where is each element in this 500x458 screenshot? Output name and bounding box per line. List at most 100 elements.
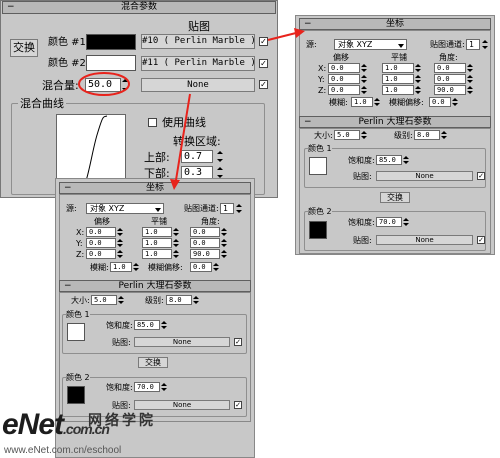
angle-x-spinner[interactable] <box>221 227 227 237</box>
blur-input[interactable]: 1.0 <box>110 262 132 272</box>
collapse-icon[interactable]: − <box>304 117 312 127</box>
color1-map-button[interactable]: #10 ( Perlin Marble ) <box>141 34 255 49</box>
blur-input[interactable]: 1.0 <box>351 97 373 107</box>
collapse-icon[interactable]: − <box>64 183 72 193</box>
mix-amount-input[interactable]: 50.0 <box>85 78 121 92</box>
saturation1-spinner[interactable] <box>161 320 167 330</box>
offset-x-input[interactable]: 0.0 <box>328 63 360 73</box>
perlin-rollout-header-right[interactable]: − Perlin 大理石参数 <box>299 116 491 128</box>
tiling-x-spinner[interactable] <box>415 63 421 73</box>
perlin-swap-button[interactable]: 交换 <box>138 357 168 368</box>
tiling-y-input[interactable]: 1.0 <box>142 238 172 248</box>
use-curve-checkbox[interactable] <box>148 118 157 127</box>
offset-x-spinner[interactable] <box>361 63 367 73</box>
tiling-y-spinner[interactable] <box>173 238 179 248</box>
source-dropdown[interactable]: 对象 XYZ <box>334 39 407 50</box>
size-input[interactable]: 5.0 <box>91 295 117 305</box>
swap-colors-button[interactable]: 交换 <box>10 39 38 57</box>
tiling-x-input[interactable]: 1.0 <box>382 63 414 73</box>
color1-map-checkbox[interactable]: ✓ <box>477 172 485 180</box>
size-input[interactable]: 5.0 <box>334 130 360 140</box>
source-dropdown[interactable]: 对象 XYZ <box>86 203 164 214</box>
color2-swatch[interactable] <box>86 55 136 71</box>
rollout-header-blend[interactable]: − 混合参数 <box>2 1 276 14</box>
collapse-icon[interactable]: − <box>304 19 312 29</box>
saturation2-input[interactable]: 70.0 <box>134 382 160 392</box>
color2-map-none-button[interactable]: None <box>134 400 230 410</box>
perlin-color1-swatch[interactable] <box>67 323 85 341</box>
angle-y-spinner[interactable] <box>467 74 473 84</box>
size-spinner[interactable] <box>361 130 367 140</box>
map-channel-spinner[interactable] <box>236 203 242 214</box>
color2-map-checkbox[interactable]: ✓ <box>234 401 242 409</box>
levels-input[interactable]: 8.0 <box>414 130 440 140</box>
collapse-icon[interactable]: − <box>7 2 15 12</box>
perlin-color2-swatch[interactable] <box>309 221 327 239</box>
angle-z-spinner[interactable] <box>467 85 473 95</box>
saturation2-spinner[interactable] <box>161 382 167 392</box>
blur-offset-spinner[interactable] <box>452 97 458 107</box>
angle-y-spinner[interactable] <box>221 238 227 248</box>
offset-z-input[interactable]: 0.0 <box>328 85 360 95</box>
color2-map-checkbox[interactable]: ✓ <box>477 236 485 244</box>
angle-y-input[interactable]: 0.0 <box>434 74 466 84</box>
offset-y-spinner[interactable] <box>117 238 123 248</box>
color2-map-toggle[interactable]: ✓ <box>259 59 268 68</box>
angle-y-input[interactable]: 0.0 <box>190 238 220 248</box>
offset-z-spinner[interactable] <box>117 249 123 259</box>
perlin-color2-swatch[interactable] <box>67 386 85 404</box>
mix-amount-map-button[interactable]: None <box>141 78 255 92</box>
blur-spinner[interactable] <box>374 97 380 107</box>
saturation2-spinner[interactable] <box>403 217 409 227</box>
tiling-z-spinner[interactable] <box>415 85 421 95</box>
angle-z-input[interactable]: 90.0 <box>434 85 466 95</box>
offset-x-spinner[interactable] <box>117 227 123 237</box>
size-spinner[interactable] <box>118 295 124 305</box>
upper-input[interactable]: 0.7 <box>181 150 213 163</box>
map-channel-input[interactable]: 1 <box>466 39 480 50</box>
blur-spinner[interactable] <box>133 262 139 272</box>
color2-map-button[interactable]: #11 ( Perlin Marble ) <box>141 56 255 71</box>
tiling-y-spinner[interactable] <box>415 74 421 84</box>
tiling-z-input[interactable]: 1.0 <box>142 249 172 259</box>
tiling-x-spinner[interactable] <box>173 227 179 237</box>
angle-z-spinner[interactable] <box>221 249 227 259</box>
upper-spinner[interactable] <box>217 150 223 163</box>
mix-amount-spinner[interactable] <box>122 78 128 92</box>
saturation1-spinner[interactable] <box>403 155 409 165</box>
perlin-swap-button[interactable]: 交换 <box>380 192 410 203</box>
color1-map-none-button[interactable]: None <box>134 337 230 347</box>
blur-offset-input[interactable]: 0.0 <box>190 262 212 272</box>
saturation1-input[interactable]: 85.0 <box>376 155 402 165</box>
coords-rollout-header-bottom[interactable]: − 坐标 <box>59 182 251 194</box>
blur-offset-spinner[interactable] <box>213 262 219 272</box>
tiling-z-spinner[interactable] <box>173 249 179 259</box>
coords-rollout-header-right[interactable]: − 坐标 <box>299 18 491 30</box>
angle-x-input[interactable]: 0.0 <box>434 63 466 73</box>
angle-x-spinner[interactable] <box>467 63 473 73</box>
levels-input[interactable]: 8.0 <box>166 295 192 305</box>
angle-x-input[interactable]: 0.0 <box>190 227 220 237</box>
color1-map-toggle[interactable]: ✓ <box>259 37 268 46</box>
angle-z-input[interactable]: 90.0 <box>190 249 220 259</box>
color2-map-none-button[interactable]: None <box>376 235 473 245</box>
tiling-x-input[interactable]: 1.0 <box>142 227 172 237</box>
color1-map-checkbox[interactable]: ✓ <box>234 338 242 346</box>
collapse-icon[interactable]: − <box>64 281 72 291</box>
offset-z-spinner[interactable] <box>361 85 367 95</box>
blur-offset-input[interactable]: 0.0 <box>429 97 451 107</box>
offset-y-input[interactable]: 0.0 <box>86 238 116 248</box>
offset-y-input[interactable]: 0.0 <box>328 74 360 84</box>
color1-swatch[interactable] <box>86 34 136 50</box>
saturation1-input[interactable]: 85.0 <box>134 320 160 330</box>
saturation2-input[interactable]: 70.0 <box>376 217 402 227</box>
mix-amount-map-toggle[interactable]: ✓ <box>259 80 268 89</box>
levels-spinner[interactable] <box>441 130 447 140</box>
color1-map-none-button[interactable]: None <box>376 171 473 181</box>
tiling-z-input[interactable]: 1.0 <box>382 85 414 95</box>
map-channel-input[interactable]: 1 <box>220 203 234 214</box>
offset-z-input[interactable]: 0.0 <box>86 249 116 259</box>
tiling-y-input[interactable]: 1.0 <box>382 74 414 84</box>
offset-y-spinner[interactable] <box>361 74 367 84</box>
levels-spinner[interactable] <box>193 295 199 305</box>
